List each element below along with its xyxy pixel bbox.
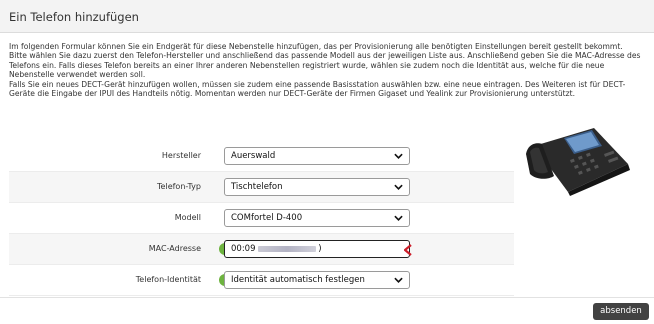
model-select[interactable]: COMfortel D-400 [224,209,410,227]
phone-type-select[interactable]: Tischtelefon [224,178,410,196]
chevron-down-icon [394,277,403,283]
model-label: Modell [174,213,201,222]
chevron-down-icon [394,153,403,159]
phone-form: Hersteller Auerswald Telefon-Typ Tischte… [9,141,514,296]
submit-button[interactable]: absenden [593,303,649,320]
form-row-identity: Telefon-Identität Identität automatisch … [9,265,514,296]
mac-address-value: 00:09 [231,244,256,254]
redacted-mac [257,245,316,252]
error-marker-icon [404,244,412,256]
form-row-model: Modell COMfortel D-400 [9,203,514,234]
manufacturer-select[interactable]: Auerswald [224,147,410,165]
identity-label: Telefon-Identität [135,275,201,284]
model-value: COMfortel D-400 [231,213,303,223]
chevron-down-icon [394,184,403,190]
mac-address-input[interactable]: 00:09 ) [224,240,412,258]
dialog-title: Ein Telefon hinzufügen [9,10,139,24]
footer-divider [0,297,654,298]
intro-paragraph: Im folgenden Formular können Sie ein End… [9,42,623,51]
form-row-manufacturer: Hersteller Auerswald [9,141,514,172]
phone-image [526,128,630,196]
intro-paragraph: Falls Sie ein neues DECT-Gerät hinzufüge… [9,79,626,99]
form-row-phone-type: Telefon-Typ Tischtelefon [9,172,514,203]
form-row-mac: MAC-Adresse 00:09 ) [9,234,514,265]
mac-label: MAC-Adresse [148,244,201,253]
phone-type-value: Tischtelefon [231,182,283,192]
intro-text: Im folgenden Formular können Sie ein End… [9,42,645,98]
manufacturer-label: Hersteller [161,151,201,160]
identity-value: Identität automatisch festlegen [231,275,365,285]
identity-select[interactable]: Identität automatisch festlegen [224,271,410,289]
dialog-header: Ein Telefon hinzufügen [0,0,654,33]
manufacturer-value: Auerswald [231,151,276,161]
phone-type-label: Telefon-Typ [157,182,201,191]
intro-paragraph: Bitte wählen Sie dazu zuerst den Telefon… [9,51,641,80]
chevron-down-icon [394,215,403,221]
add-phone-dialog: Ein Telefon hinzufügen Im folgenden Form… [0,0,654,324]
